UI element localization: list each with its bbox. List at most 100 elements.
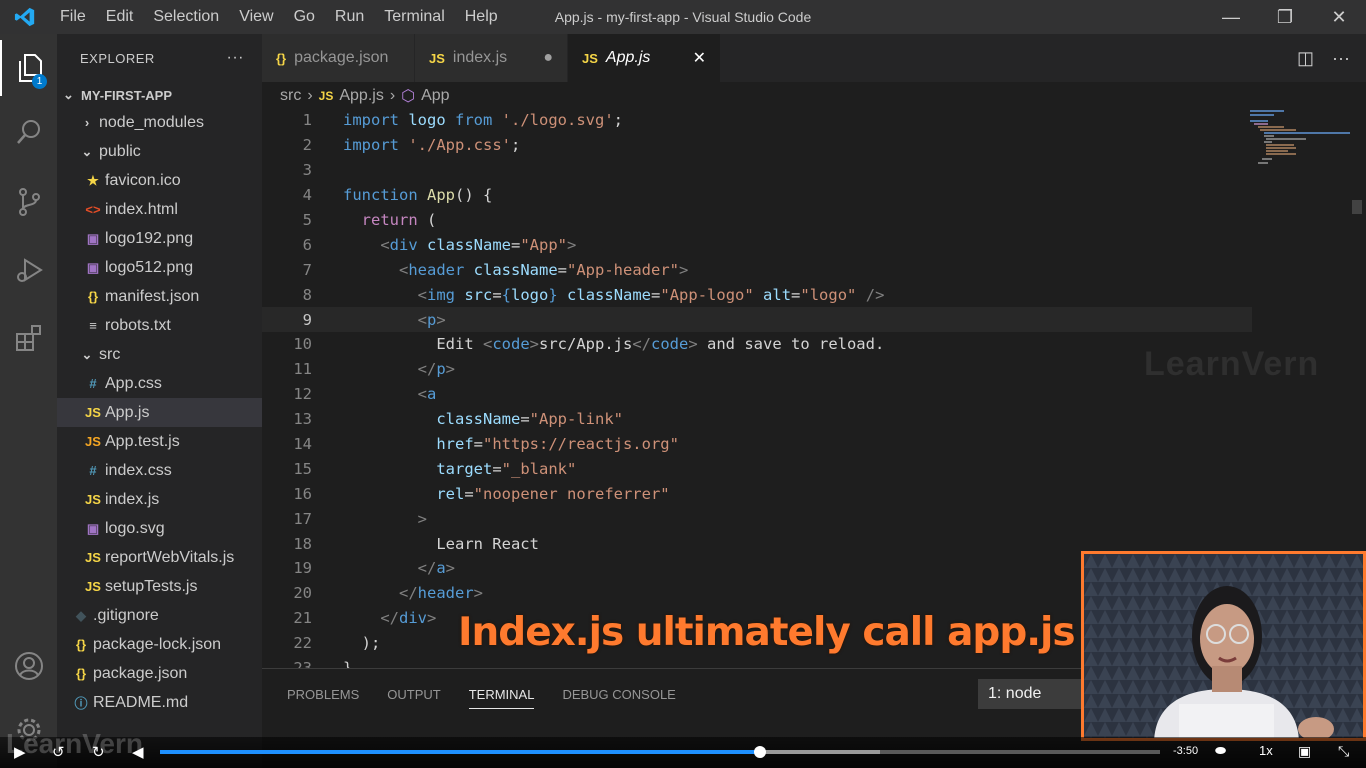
speed-button[interactable]: 1x: [1259, 743, 1273, 758]
tree-item-label: reportWebVitals.js: [105, 548, 235, 566]
minimize-button[interactable]: —: [1204, 0, 1258, 34]
tab-package-json[interactable]: {} package.json: [262, 34, 415, 82]
panel-tab-debug-console[interactable]: DEBUG CONSOLE: [562, 687, 675, 709]
minimap[interactable]: [1250, 108, 1354, 168]
tree-file-favicon-ico[interactable]: ★ favicon.ico: [57, 166, 262, 195]
editor-tabs: {} package.json JS index.js ● JS App.js ✕ ◫ ···: [262, 34, 1366, 82]
code-token: App: [427, 186, 455, 205]
tree-file-app-css[interactable]: # App.css: [57, 369, 262, 398]
tree-item-label: node_modules: [99, 113, 204, 131]
line-number: 22: [293, 634, 312, 653]
code-token: div: [399, 609, 427, 628]
explorer-icon[interactable]: 1: [0, 40, 57, 96]
split-editor-icon[interactable]: ◫: [1297, 48, 1314, 69]
file-type-icon: ⓘ: [74, 696, 88, 711]
tab-index-js[interactable]: JS index.js ●: [415, 34, 568, 82]
code-token: {: [501, 285, 512, 304]
exit-fullscreen-icon[interactable]: ⤡: [1338, 743, 1349, 760]
menu-terminal[interactable]: Terminal: [374, 8, 454, 26]
search-icon[interactable]: [0, 104, 57, 160]
breadcrumb-file[interactable]: App.js: [339, 87, 383, 105]
breadcrumb-symbol[interactable]: App: [421, 87, 449, 105]
vscode-logo-icon: [0, 0, 50, 34]
code-token: logo: [511, 285, 549, 304]
close-window-button[interactable]: ✕: [1312, 0, 1366, 34]
restore-button[interactable]: ❐: [1258, 0, 1312, 34]
tree-file-package-json[interactable]: {} package.json: [57, 659, 262, 688]
tree-file-index-html[interactable]: <> index.html: [57, 195, 262, 224]
code-token: =: [492, 285, 502, 304]
tree-file-readme-md[interactable]: ⓘ README.md: [57, 688, 262, 717]
panel-tab-output[interactable]: OUTPUT: [387, 687, 440, 709]
menu-help[interactable]: Help: [455, 8, 508, 26]
tree-file-logo192-png[interactable]: ▣ logo192.png: [57, 224, 262, 253]
code-token: <: [417, 285, 427, 304]
file-type-icon: JS: [582, 50, 598, 66]
code-token: >: [445, 559, 456, 578]
tree-file-package-lock-json[interactable]: {} package-lock.json: [57, 630, 262, 659]
autoplay-toggle-icon[interactable]: ⬬: [1215, 743, 1226, 759]
line-number: 1: [302, 111, 312, 130]
tree-file-logo512-png[interactable]: ▣ logo512.png: [57, 253, 262, 282]
tree-file-app-test-js[interactable]: JS App.test.js: [57, 427, 262, 456]
tree-folder-public[interactable]: ⌄ public: [57, 137, 262, 166]
code-token: <: [417, 385, 427, 404]
file-type-icon: ▣: [86, 520, 100, 536]
source-control-icon[interactable]: [0, 174, 57, 230]
code-token: rel: [436, 484, 465, 503]
code-token: target: [436, 459, 493, 478]
close-tab-icon[interactable]: ✕: [693, 48, 706, 68]
editor-scrollbar[interactable]: [1352, 200, 1362, 214]
tree-folder-src[interactable]: ⌄ src: [57, 340, 262, 369]
line-number: 9: [302, 310, 312, 329]
run-debug-icon[interactable]: [0, 242, 57, 298]
tree-file-app-js[interactable]: JS App.js: [57, 398, 262, 427]
seek-handle[interactable]: [754, 746, 766, 758]
code-token: <: [380, 235, 390, 254]
tree-file-robots-txt[interactable]: ≡ robots.txt: [57, 311, 262, 340]
menu-go[interactable]: Go: [284, 8, 325, 26]
panel-tab-terminal[interactable]: TERMINAL: [468, 687, 535, 709]
breadcrumb-src[interactable]: src: [280, 87, 301, 105]
menu-selection[interactable]: Selection: [143, 8, 229, 26]
more-actions-icon[interactable]: ···: [1332, 48, 1350, 69]
picture-in-picture-icon[interactable]: ▣: [1298, 743, 1311, 760]
tree-item-label: setupTests.js: [105, 577, 198, 595]
tree-file-index-js[interactable]: JS index.js: [57, 485, 262, 514]
menu-run[interactable]: Run: [325, 8, 374, 26]
code-token: logo: [408, 111, 455, 130]
tree-file-index-css[interactable]: # index.css: [57, 456, 262, 485]
tree-folder-node-modules[interactable]: › node_modules: [57, 108, 262, 137]
code-token: className: [427, 235, 511, 254]
unsaved-dot-icon[interactable]: ●: [543, 49, 553, 67]
account-icon[interactable]: [0, 638, 57, 694]
symbol-method-icon: ⬡: [401, 88, 416, 105]
code-token: "App-link": [529, 410, 623, 429]
tree-file-manifest-json[interactable]: {} manifest.json: [57, 282, 262, 311]
tree-file-reportwebvitals-js[interactable]: JS reportWebVitals.js: [57, 543, 262, 572]
code-token: =: [473, 435, 483, 454]
tree-file--gitignore[interactable]: ◆ .gitignore: [57, 601, 262, 630]
terminal-select[interactable]: 1: node: [978, 679, 1083, 709]
seek-bar[interactable]: [160, 746, 1160, 758]
explorer-more-button[interactable]: ···: [227, 49, 244, 67]
file-type-icon: #: [89, 463, 97, 478]
line-number: 18: [293, 534, 312, 553]
menu-view[interactable]: View: [229, 8, 283, 26]
tab-app-js[interactable]: JS App.js ✕: [568, 34, 721, 82]
tree-file-logo-svg[interactable]: ▣ logo.svg: [57, 514, 262, 543]
tab-label: package.json: [294, 49, 389, 66]
panel-tab-problems[interactable]: PROBLEMS: [287, 687, 359, 709]
project-folder[interactable]: ⌄ MY-FIRST-APP: [57, 82, 262, 108]
code-token: "https://reactjs.org": [483, 435, 679, 454]
tree-file-setuptests-js[interactable]: JS setupTests.js: [57, 572, 262, 601]
line-number: 17: [293, 509, 312, 528]
extensions-icon[interactable]: [0, 310, 57, 366]
file-type-icon: ★: [87, 172, 99, 188]
menu-file[interactable]: File: [50, 8, 96, 26]
menu-edit[interactable]: Edit: [96, 8, 144, 26]
line-number: 12: [293, 385, 312, 404]
